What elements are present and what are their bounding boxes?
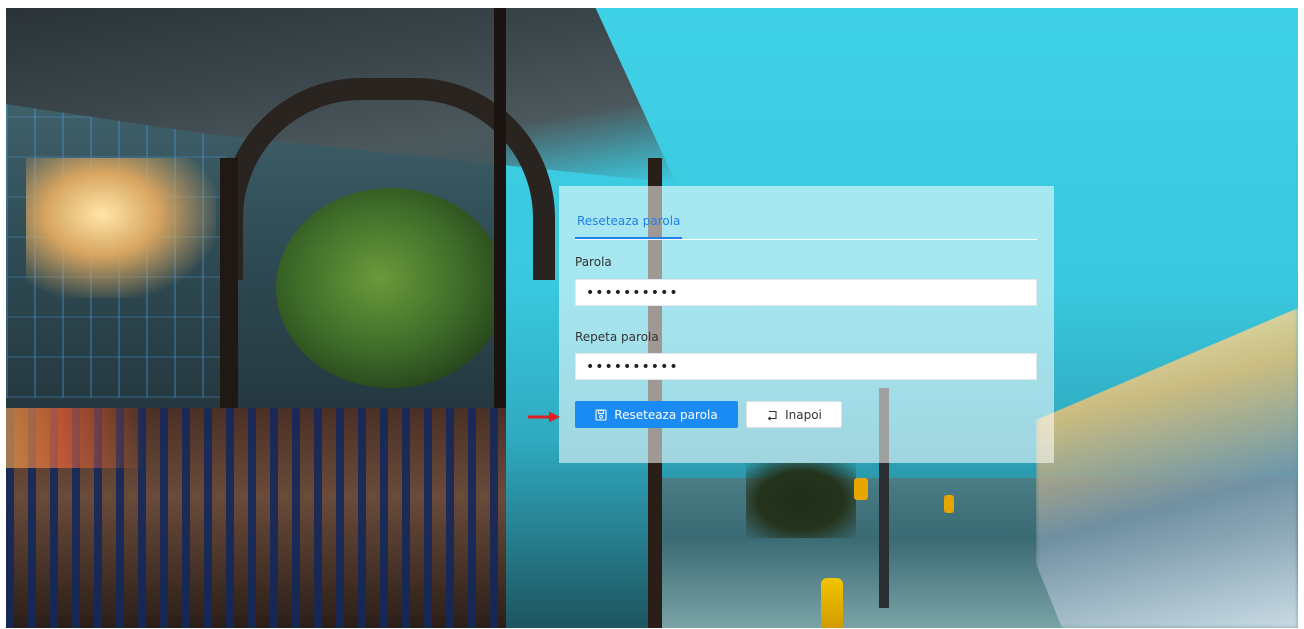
back-button[interactable]: Inapoi	[746, 401, 842, 428]
reset-password-button[interactable]: Reseteaza parola	[575, 401, 738, 428]
back-button-label: Inapoi	[785, 407, 822, 422]
repeat-password-field[interactable]	[575, 353, 1037, 380]
red-arrow-icon	[527, 409, 561, 423]
moving-bus	[1036, 308, 1298, 628]
street-tree	[746, 463, 856, 538]
reset-password-panel: Reseteaza parola Parola Repeta parola Re…	[559, 186, 1054, 463]
traffic-signal	[854, 478, 868, 500]
return-icon	[766, 409, 778, 421]
fire-hydrant	[821, 578, 843, 628]
city-lights	[6, 408, 146, 468]
tab-reset-password[interactable]: Reseteaza parola	[575, 213, 683, 239]
traffic-signal	[944, 495, 954, 513]
password-field[interactable]	[575, 279, 1037, 306]
repeat-password-label: Repeta parola	[575, 330, 659, 344]
save-icon	[595, 408, 607, 421]
reset-password-button-label: Reseteaza parola	[614, 407, 718, 422]
light-glow	[26, 158, 216, 298]
password-label: Parola	[575, 255, 612, 269]
tabs-bar: Reseteaza parola	[575, 213, 1037, 240]
